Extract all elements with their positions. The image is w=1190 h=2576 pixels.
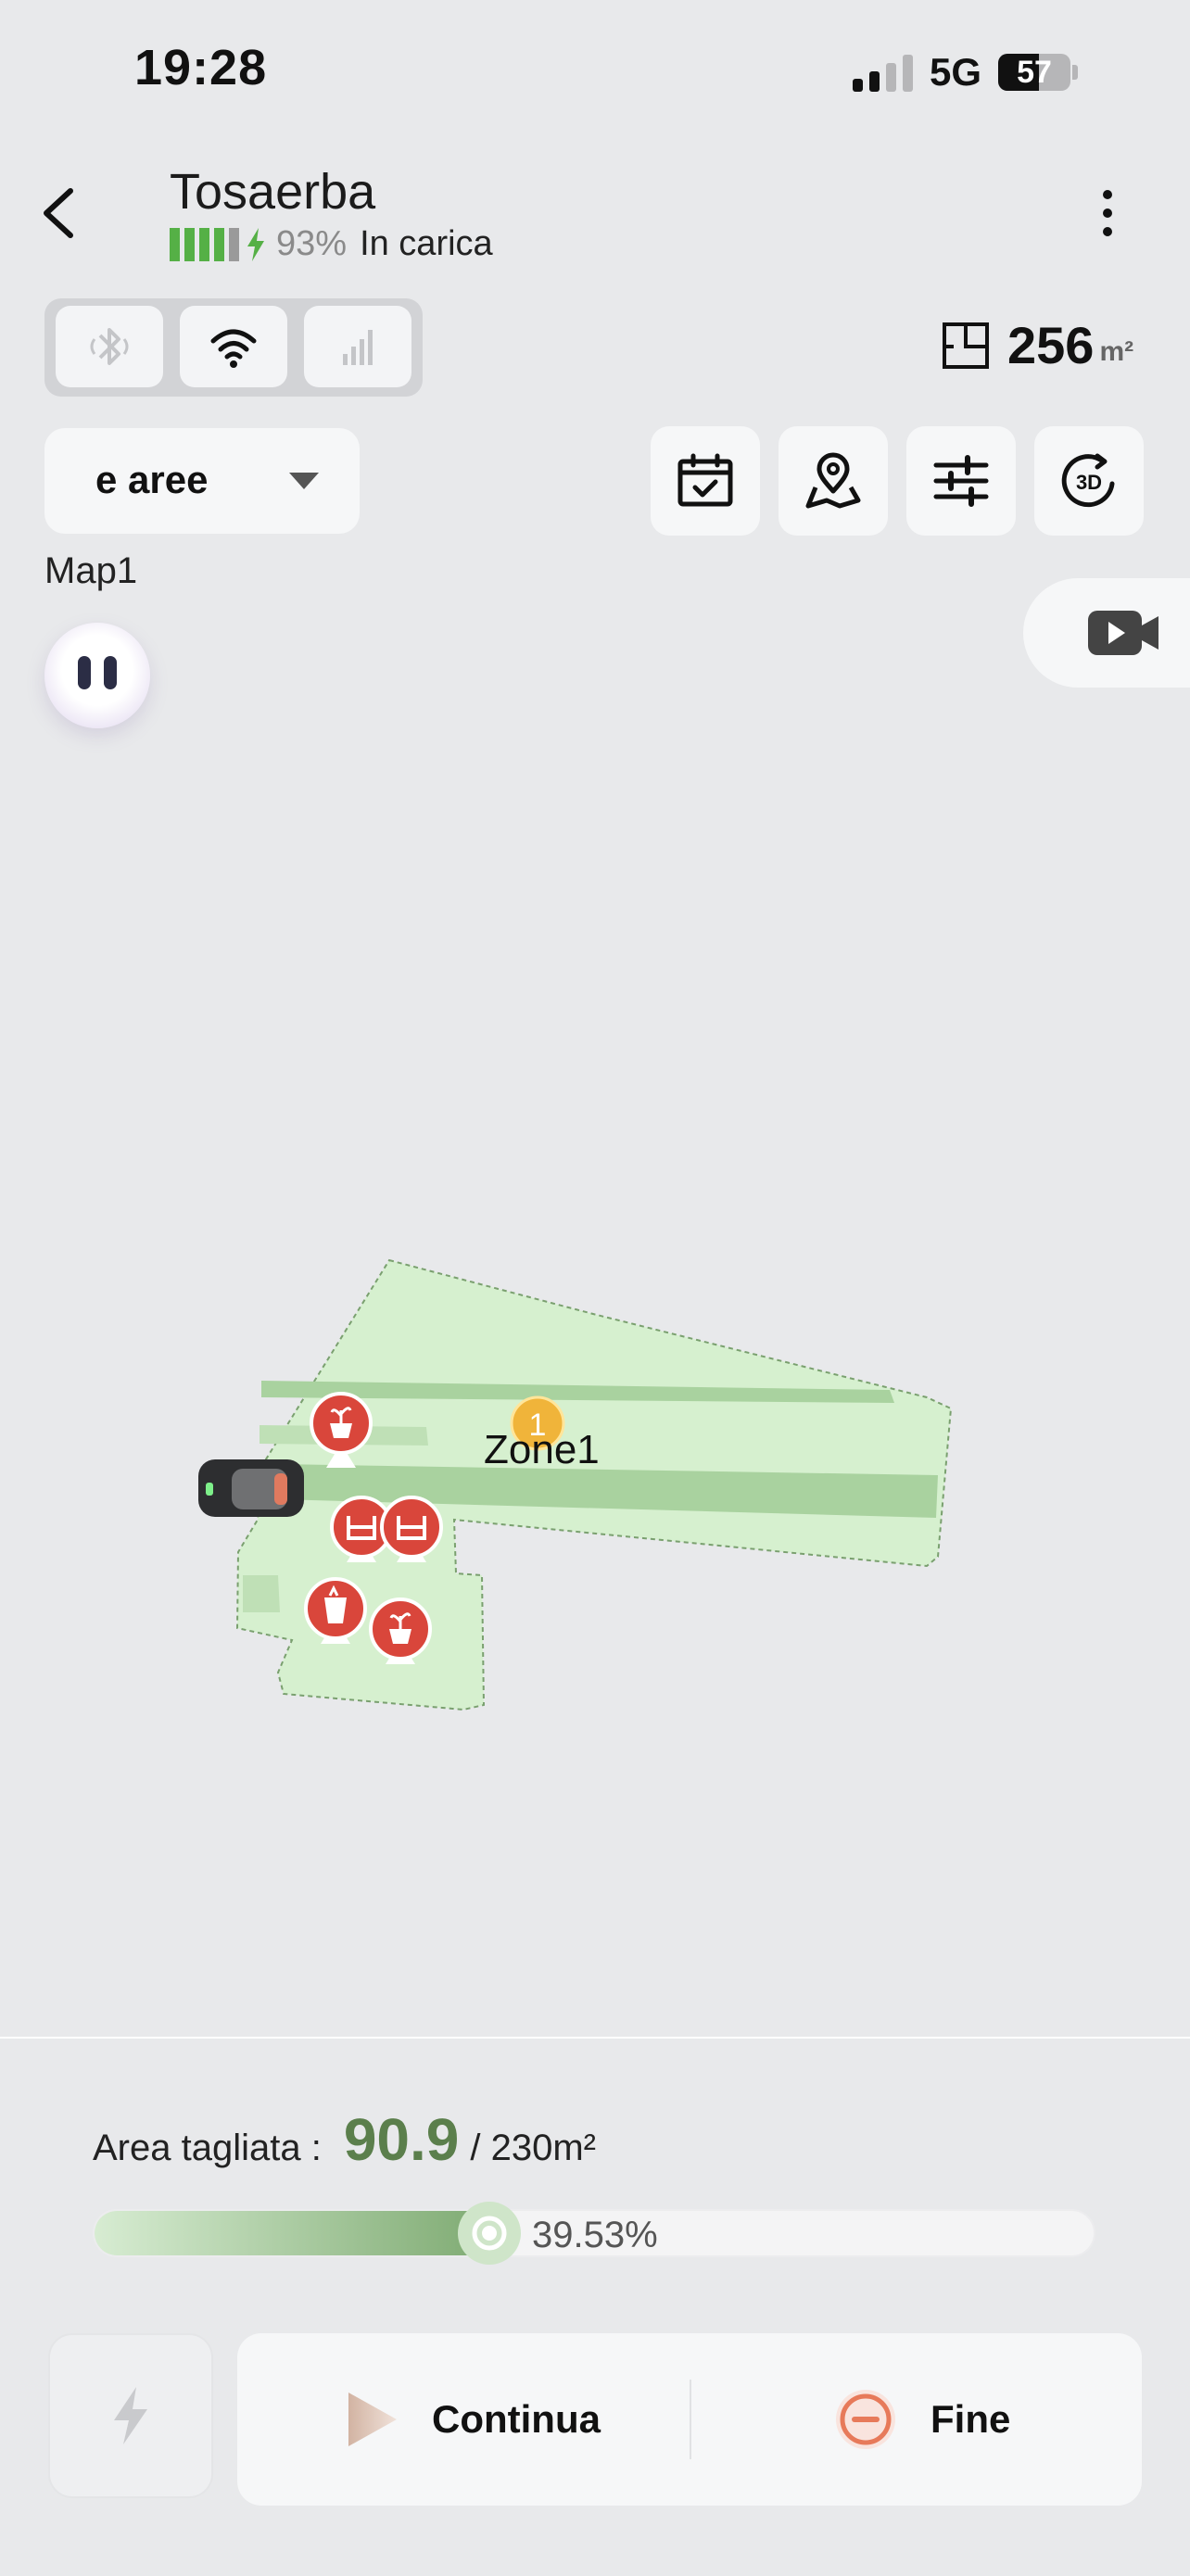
assistant-avatar-button[interactable] — [44, 623, 150, 728]
eye-icon — [78, 656, 91, 689]
lightning-icon — [114, 2387, 147, 2444]
bluetooth-icon — [90, 328, 129, 365]
rotate-3d-icon: 3D — [1061, 453, 1115, 508]
continue-label: Continua — [432, 2397, 601, 2441]
continue-button[interactable]: Continua — [343, 2333, 601, 2506]
mower-battery-percent: 93% — [276, 224, 348, 263]
zone-label: Zone1 — [484, 1427, 600, 1472]
floorplan-icon — [943, 322, 989, 369]
charging-status-text: In carica — [360, 224, 493, 263]
cut-area-value: 90.9 — [343, 2106, 460, 2173]
battery-icon: 57 — [998, 54, 1079, 91]
mower-battery-icon — [170, 227, 239, 261]
settings-button[interactable] — [906, 426, 1016, 536]
eye-icon — [104, 656, 117, 689]
caret-down-icon — [289, 473, 319, 489]
connectivity-group — [44, 298, 423, 397]
sliders-icon — [933, 455, 989, 507]
map-edit-button[interactable] — [779, 426, 888, 536]
network-type: 5G — [930, 50, 982, 94]
cellular-bars-icon — [343, 330, 373, 365]
wifi-icon — [210, 329, 257, 368]
total-area-unit: m² — [1099, 335, 1134, 367]
status-indicators: 5G 57 — [853, 48, 1079, 96]
map-pin-icon — [805, 452, 861, 509]
calendar-check-icon — [677, 453, 733, 507]
schedule-button[interactable] — [651, 426, 760, 536]
map-name: Map1 — [44, 550, 138, 591]
view-3d-button[interactable]: 3D — [1034, 426, 1144, 536]
mowed-strip — [243, 1575, 280, 1612]
charge-return-button[interactable] — [48, 2333, 213, 2498]
progress-fill — [95, 2211, 489, 2255]
camera-button[interactable] — [1023, 578, 1190, 688]
battery-level: 57 — [1017, 54, 1052, 90]
total-area-value: 256 — [1007, 316, 1095, 374]
charge-status: 93% In carica — [170, 224, 493, 264]
area-select-dropdown[interactable]: e aree — [44, 428, 360, 534]
back-button[interactable] — [37, 185, 83, 241]
progress-knob — [458, 2202, 521, 2265]
area-select-label: e aree — [95, 458, 209, 501]
more-options-button[interactable] — [1089, 185, 1126, 241]
cut-area-total: / 230m² — [470, 2128, 596, 2168]
cut-area-label: Area tagliata : — [93, 2128, 322, 2168]
video-camera-icon — [1088, 611, 1158, 655]
cellular-button[interactable] — [304, 306, 411, 387]
wifi-button[interactable] — [180, 306, 287, 387]
status-time: 19:28 — [134, 40, 268, 95]
svg-text:3D: 3D — [1076, 471, 1102, 494]
play-icon — [348, 2393, 397, 2446]
progress-bar: 39.53% — [93, 2202, 1095, 2265]
charging-bolt-icon — [247, 227, 264, 261]
mower-icon — [198, 1459, 304, 1517]
action-controls: Continua Fine — [237, 2333, 1142, 2506]
page-title: Tosaerba — [170, 164, 376, 220]
minus-circle-icon — [836, 2390, 895, 2449]
chevron-left-icon — [44, 188, 73, 238]
bluetooth-button[interactable] — [56, 306, 163, 387]
divider — [690, 2380, 691, 2459]
more-vertical-icon — [1103, 190, 1112, 236]
mower-target-icon — [472, 2216, 507, 2251]
cut-area-summary: Area tagliata : 90.9 / 230m² — [93, 2105, 596, 2174]
end-label: Fine — [930, 2397, 1011, 2441]
cellular-signal-icon — [853, 53, 913, 92]
end-button[interactable]: Fine — [832, 2333, 1010, 2506]
progress-percent: 39.53% — [532, 2215, 658, 2255]
total-area: 256 m² — [941, 315, 1133, 375]
lawn-map[interactable]: 1 — [0, 1205, 1190, 1761]
